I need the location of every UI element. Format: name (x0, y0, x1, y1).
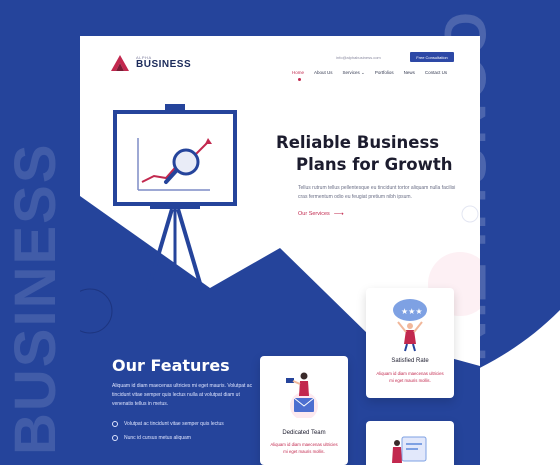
feature-item-text: Volutpat ac tincidunt vitae semper quis … (124, 421, 224, 427)
our-services-link[interactable]: Our Services ⟶ (298, 210, 344, 218)
nav-item-portfolios[interactable]: Portfolios (375, 70, 394, 76)
side-text-business: BUSINESS (3, 142, 68, 455)
card-description: Aliquam id diam maecenas ultricies mi eg… (270, 442, 338, 454)
nav-active-indicator (298, 78, 301, 81)
logo-big-text: BUSINESS (136, 59, 192, 70)
features-list: Volutpat ac tincidunt vitae semper quis … (112, 421, 224, 441)
feature-card-satisfied-rate[interactable]: ★★★ Satisfied Rate Aliquam id diam maece… (366, 288, 454, 398)
free-consultation-button[interactable]: Free Consultation (410, 52, 454, 62)
feature-card-dedicated-team[interactable]: Dedicated Team Aliquam id diam maecenas … (260, 356, 348, 465)
satisfied-person-illustration: ★★★ (393, 299, 427, 352)
features-description: Aliquam id diam maecenas ultricies mi eg… (112, 383, 253, 407)
header-email[interactable]: info@alphabusiness.com (336, 55, 381, 60)
team-person-illustration (286, 372, 318, 418)
list-item: Nunc id cursus metus aliquam (112, 435, 224, 441)
nav-item-home[interactable]: Home (292, 70, 304, 76)
analytics-person-illustration (392, 436, 427, 463)
features-title: Our Features (112, 356, 230, 375)
nav-item-news[interactable]: News (404, 70, 415, 76)
presentation-easel-illustration (113, 104, 237, 291)
card-title: Dedicated Team (282, 430, 326, 436)
nav-item-about[interactable]: About Us (314, 70, 333, 76)
hero-title-line1: Reliable Business (276, 133, 440, 152)
logo-text: ALPHA BUSINESS (136, 56, 191, 70)
our-services-label: Our Services (298, 211, 330, 217)
nav-item-contact[interactable]: Contact Us (425, 70, 447, 76)
card-title: Satisfied Rate (391, 358, 429, 364)
main-nav: Home About Us Services ⌄ Portfolios News… (292, 70, 447, 76)
nav-item-services[interactable]: Services ⌄ (343, 70, 365, 76)
hero-title-line2: Plans for Growth (296, 155, 453, 174)
card-description: Aliquam id diam maecenas ultricies mi eg… (376, 371, 444, 383)
check-circle-icon (112, 435, 118, 441)
feature-item-text: Nunc id cursus metus aliquam (124, 435, 191, 441)
hero-description: Tellus rutrum tellus pellentesque eu tin… (298, 185, 456, 200)
logo-mark-icon (111, 55, 129, 71)
hero-title: Reliable Business Plans for Growth (276, 132, 452, 176)
list-item: Volutpat ac tincidunt vitae semper quis … (112, 421, 224, 427)
showcase-canvas: BUSINESS CONSULTING ALPHA BUSINESS info@… (0, 0, 560, 465)
website-mockup: ALPHA BUSINESS info@alphabusiness.com Fr… (80, 36, 480, 465)
check-circle-icon (112, 421, 118, 427)
arrow-right-icon: ⟶ (333, 211, 344, 218)
brand-logo[interactable]: ALPHA BUSINESS (110, 53, 191, 73)
feature-card-third[interactable] (366, 421, 454, 465)
svg-text:★★★: ★★★ (401, 307, 423, 316)
